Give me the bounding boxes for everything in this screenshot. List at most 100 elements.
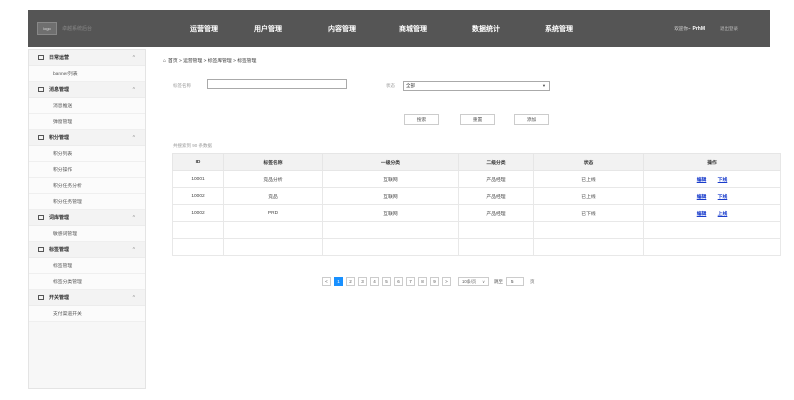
- sidebar-group-label: 开关管理: [49, 295, 70, 301]
- toggle-status-link[interactable]: 下线: [718, 178, 728, 183]
- pagination: < 1 2 3 4 5 6 7 8 9 > 10条/页 ∨ 跳至 5 页: [322, 277, 535, 286]
- cell-actions: 编辑 上线: [643, 204, 781, 222]
- tag-table: ID 标签名称 一级分类 二级分类 状态 操作 10001 竞品分析 互联网 产…: [172, 153, 781, 256]
- col-category-2: 二级分类: [458, 153, 534, 171]
- dropdown-arrow-icon: ▼: [542, 83, 546, 88]
- breadcrumb-text: 首页 > 运营管理 > 标签库管理 > 标签管理: [168, 59, 257, 64]
- table-row-empty: [172, 238, 781, 256]
- home-icon[interactable]: ⌂: [163, 58, 166, 64]
- search-button[interactable]: 搜索: [404, 114, 439, 125]
- page-suffix: 页: [530, 278, 535, 284]
- col-tag-name: 标签名称: [223, 153, 323, 171]
- page-button[interactable]: 4: [370, 277, 379, 286]
- table-header-row: ID 标签名称 一级分类 二级分类 状态 操作: [172, 153, 781, 171]
- sidebar-item-points-list[interactable]: 积分列表: [29, 146, 145, 162]
- sidebar-group-lexicon[interactable]: 词库管理 ^: [29, 210, 145, 226]
- tag-name-label: 标签名称: [173, 83, 191, 88]
- chevron-up-icon: ^: [132, 135, 135, 141]
- system-name: 卓越系统后台: [62, 26, 93, 32]
- table-row: 10001 竞品分析 互联网 产品经理 已上线 编辑 下线: [172, 170, 781, 188]
- sidebar-item-message-push[interactable]: 消息推送: [29, 98, 145, 114]
- nav-mall[interactable]: 商城管理: [399, 24, 427, 34]
- edit-link[interactable]: 编辑: [697, 212, 707, 217]
- welcome-text: 欢迎你~: [674, 25, 691, 31]
- chevron-up-icon: ^: [132, 247, 135, 253]
- sidebar-group-daily-ops[interactable]: 日常运营 ^: [29, 50, 145, 66]
- reset-button[interactable]: 重置: [460, 114, 495, 125]
- cell-category-2: 产品经理: [458, 204, 534, 222]
- sidebar-item-sensitive-words[interactable]: 敏感词管理: [29, 226, 145, 242]
- status-label: 状态: [386, 83, 395, 88]
- page-button[interactable]: 9: [430, 277, 439, 286]
- table-row-empty: [172, 221, 781, 239]
- nav-content[interactable]: 内容管理: [328, 24, 356, 34]
- nav-users[interactable]: 用户管理: [254, 24, 282, 34]
- cell-id: 10002: [172, 187, 224, 205]
- chevron-down-icon: ∨: [482, 279, 485, 284]
- cell-id: 10002: [172, 204, 224, 222]
- page-button[interactable]: 8: [418, 277, 427, 286]
- main-nav: 运营管理 用户管理 内容管理 商城管理 数据统计 系统管理: [190, 10, 573, 47]
- result-count: 共搜索到 90 条数据: [173, 143, 213, 148]
- username[interactable]: PrhM: [693, 26, 706, 32]
- status-select-value: 全部: [406, 83, 415, 88]
- sidebar-item-payment-switch[interactable]: 支付渠道开关: [29, 306, 145, 322]
- cell-actions: 编辑 下线: [643, 170, 781, 188]
- toggle-status-link[interactable]: 上线: [718, 212, 728, 217]
- folder-icon: [38, 215, 44, 220]
- sidebar-item-tag-manage[interactable]: 标签管理: [29, 258, 145, 274]
- cell-tag-name: PRD: [223, 204, 323, 222]
- sidebar: 日常运营 ^ banner列表 消息管理 ^ 消息推送 弹窗管理 积分管理 ^ …: [28, 49, 146, 389]
- edit-link[interactable]: 编辑: [697, 195, 707, 200]
- page-size-select[interactable]: 10条/页 ∨: [458, 277, 489, 286]
- status-select[interactable]: 全部 ▼: [403, 81, 550, 91]
- sidebar-group-points[interactable]: 积分管理 ^: [29, 130, 145, 146]
- sidebar-group-label: 词库管理: [49, 215, 70, 221]
- goto-page-input[interactable]: 5: [506, 277, 524, 286]
- folder-icon: [38, 247, 44, 252]
- folder-icon: [38, 135, 44, 140]
- sidebar-group-tags[interactable]: 标签管理 ^: [29, 242, 145, 258]
- sidebar-item-points-task-analysis[interactable]: 积分任务分析: [29, 178, 145, 194]
- col-actions: 操作: [643, 153, 781, 171]
- folder-icon: [38, 55, 44, 60]
- nav-system[interactable]: 系统管理: [545, 24, 573, 34]
- page-size-value: 10条/页: [462, 278, 477, 284]
- logout-link[interactable]: 退出登录: [720, 26, 738, 32]
- table-row: 10002 竞品 互联网 产品经理 已上线 编辑 下线: [172, 187, 781, 205]
- cell-category-1: 互联网: [322, 170, 459, 188]
- top-navbar: logo 卓越系统后台 运营管理 用户管理 内容管理 商城管理 数据统计 系统管…: [28, 10, 770, 47]
- add-button[interactable]: 添加: [514, 114, 549, 125]
- page-button[interactable]: 2: [346, 277, 355, 286]
- nav-statistics[interactable]: 数据统计: [472, 24, 500, 34]
- page-button[interactable]: 1: [334, 277, 343, 286]
- prev-page-button[interactable]: <: [322, 277, 331, 286]
- sidebar-group-switches[interactable]: 开关管理 ^: [29, 290, 145, 306]
- sidebar-item-points-task-manage[interactable]: 积分任务管理: [29, 194, 145, 210]
- logo: logo: [37, 22, 57, 35]
- next-page-button[interactable]: >: [442, 277, 451, 286]
- sidebar-group-label: 积分管理: [49, 135, 70, 141]
- nav-operations[interactable]: 运营管理: [190, 24, 218, 34]
- page-button[interactable]: 5: [382, 277, 391, 286]
- page-button[interactable]: 3: [358, 277, 367, 286]
- page-button[interactable]: 7: [406, 277, 415, 286]
- sidebar-item-banner[interactable]: banner列表: [29, 66, 145, 82]
- sidebar-item-popup[interactable]: 弹窗管理: [29, 114, 145, 130]
- toggle-status-link[interactable]: 下线: [718, 195, 728, 200]
- sidebar-group-label: 消息管理: [49, 87, 70, 93]
- sidebar-item-points-ops[interactable]: 积分操作: [29, 162, 145, 178]
- chevron-up-icon: ^: [132, 87, 135, 93]
- col-status: 状态: [533, 153, 644, 171]
- cell-id: 10001: [172, 170, 224, 188]
- sidebar-group-label: 标签管理: [49, 247, 70, 253]
- edit-link[interactable]: 编辑: [697, 178, 707, 183]
- page-button[interactable]: 6: [394, 277, 403, 286]
- sidebar-group-messages[interactable]: 消息管理 ^: [29, 82, 145, 98]
- tag-name-input[interactable]: [207, 79, 347, 89]
- cell-tag-name: 竞品分析: [223, 170, 323, 188]
- cell-status: 已下线: [533, 204, 644, 222]
- sidebar-item-tag-category[interactable]: 标签分类管理: [29, 274, 145, 290]
- cell-category-2: 产品经理: [458, 170, 534, 188]
- cell-status: 已上线: [533, 187, 644, 205]
